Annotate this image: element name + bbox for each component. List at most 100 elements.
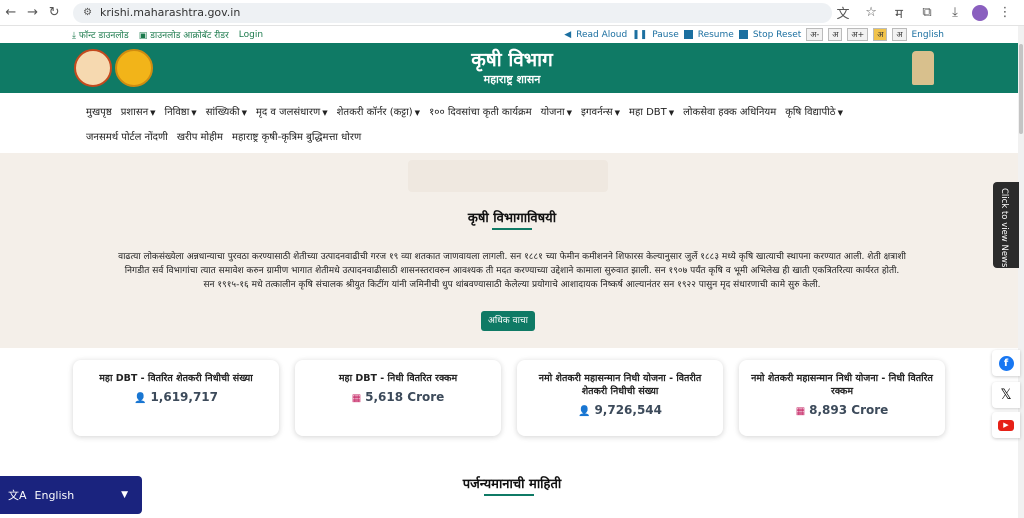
font-normal-button[interactable]: अ (828, 28, 843, 41)
rain-section-title: पर्जन्यमानाची माहिती (462, 477, 562, 492)
downloads-icon[interactable]: ⤓ (944, 2, 966, 24)
site-info-icon[interactable]: ⚙ (83, 7, 92, 18)
nav-item-label: १०० दिवसांचा कृती कार्यक्रम (429, 107, 532, 118)
news-tab-label: Click to view News (999, 188, 1009, 268)
back-icon[interactable]: ← (0, 2, 22, 24)
nav-item-label: निविष्ठा (164, 107, 190, 118)
youtube-button[interactable]: ▶ (992, 412, 1020, 438)
url-text: krishi.maharashtra.gov.in (100, 6, 241, 19)
menu-icon[interactable]: ⋮ (994, 2, 1016, 24)
about-text: वाढत्या लोकसंख्येला अन्नधान्याचा पुरवठा … (118, 252, 906, 290)
nav-item-label: योजना (540, 107, 565, 118)
pause-button[interactable]: Pause (652, 30, 678, 40)
nav-row-2: जनसमर्थ पोर्टल नोंदणी खरीप मोहीम महाराष्ट्… (86, 129, 361, 143)
pause-icon: ❚❚ (632, 29, 648, 40)
stat-value: 8,893 Crore (809, 403, 889, 417)
nav-item[interactable]: मुखपृष्ठ (86, 104, 112, 118)
stat-card: नमो शेतकरी महासन्मान निधी योजना - निधी व… (739, 360, 945, 436)
read-aloud-button[interactable]: Read Aloud (576, 30, 627, 40)
stop-reset-button[interactable]: Stop Reset (753, 30, 801, 40)
stat-card: महा DBT - वितरित शेतकरी निधीची संख्या 👤 1… (73, 360, 279, 436)
stat-value: 5,618 Crore (365, 390, 445, 404)
avatar[interactable] (972, 4, 989, 21)
nav-item[interactable]: शेतकरी कॉर्नर (कट्टा) ▼ (337, 104, 420, 118)
about-title: कृषी विभागाविषयी (467, 211, 557, 226)
stat-value: 1,619,717 (150, 390, 219, 404)
scrollbar-thumb[interactable] (1019, 44, 1023, 134)
nav-item[interactable]: मृद व जलसंधारण ▼ (256, 104, 328, 118)
profile-initial[interactable]: म (888, 2, 910, 24)
english-link[interactable]: English (912, 30, 945, 40)
login-link[interactable]: Login (239, 30, 263, 40)
nav-item[interactable]: इगवर्नन्स ▼ (581, 104, 620, 118)
address-bar[interactable]: ⚙ krishi.maharashtra.gov.in (73, 2, 833, 23)
chevron-down-icon: ▼ (322, 109, 328, 117)
font-decrease-button[interactable]: अ- (806, 28, 824, 41)
forward-icon[interactable]: → (22, 2, 44, 24)
language-selector[interactable]: 文A English ▼ (0, 476, 142, 514)
font-increase-button[interactable]: अ+ (847, 28, 869, 41)
resume-button[interactable]: Resume (698, 30, 734, 40)
site-header: कृषी विभाग महाराष्ट्र शासन (0, 43, 1024, 93)
nav-item-label: लोकसेवा हक्क अधिनियम (683, 107, 777, 118)
chevron-down-icon: ▼ (121, 490, 128, 500)
download-icon: ⤓ (72, 31, 76, 41)
chevron-down-icon: ▼ (241, 109, 247, 117)
contrast-default-button[interactable]: अ (892, 28, 907, 41)
nav-item[interactable]: सांख्यिकी ▼ (206, 104, 247, 118)
youtube-icon: ▶ (998, 419, 1014, 431)
chevron-down-icon: ▼ (414, 109, 421, 117)
stat-card: महा DBT - निधी वितरित रक्कम ▦ 5,618 Crore (295, 360, 501, 436)
nav-item-label: शेतकरी कॉर्नर (कट्टा) (336, 107, 413, 118)
browser-bar: ← → ↻ ⚙ krishi.maharashtra.gov.in 文 ☆ म … (0, 0, 1024, 26)
chevron-down-icon: ▼ (837, 109, 843, 117)
nav-item-label: महा DBT (629, 107, 667, 118)
grid-icon: ▦ (795, 406, 806, 417)
title-underline (492, 228, 532, 230)
stop-icon (738, 30, 748, 39)
faded-banner (408, 160, 608, 192)
nav-item[interactable]: जनसमर्थ पोर्टल नोंदणी (86, 129, 168, 143)
nav-item[interactable]: महाराष्ट्र कृषी-कृत्रिम बुद्धिमत्ता धोरण (232, 129, 361, 143)
extensions-icon[interactable]: ⧉ (916, 2, 938, 24)
contrast-yellow-button[interactable]: अ (873, 28, 888, 41)
chevron-down-icon: ▼ (566, 109, 572, 117)
facebook-button[interactable]: f (992, 350, 1020, 376)
font-download-link[interactable]: ⤓ फॉन्ट डाउनलोड (72, 28, 129, 41)
stat-title: नमो शेतकरी महासन्मान निधी योजना - निधी व… (751, 373, 933, 397)
pdf-icon: ▣ (138, 31, 148, 41)
acrobat-download-link[interactable]: ▣ डाउनलोड आक्रोबॅट रीडर (139, 28, 229, 41)
x-icon: 𝕏 (1000, 387, 1012, 403)
nav-item[interactable]: योजना ▼ (541, 104, 572, 118)
translate-icon[interactable]: 文 (832, 2, 854, 24)
nav-item-label: सांख्यिकी (205, 107, 240, 118)
chevron-down-icon: ▼ (614, 109, 621, 117)
stat-title: महा DBT - निधी वितरित रक्कम (338, 373, 458, 384)
stat-value: 9,726,544 (594, 403, 663, 417)
bookmark-star-icon[interactable]: ☆ (860, 2, 882, 24)
nav-item[interactable]: प्रशासन ▼ (121, 104, 156, 118)
nav-row-1: मुखपृष्ठ प्रशासन ▼ निविष्ठा ▼ सांख्यिकी ▼ मृद व… (86, 104, 843, 118)
speaker-icon: ◀ (564, 29, 572, 40)
nav-item[interactable]: कृषि विद्यापीठे ▼ (785, 104, 843, 118)
read-more-button[interactable]: अधिक वाचा (481, 311, 535, 331)
reload-icon[interactable]: ↻ (43, 2, 65, 24)
x-twitter-button[interactable]: 𝕏 (992, 382, 1020, 408)
chevron-down-icon: ▼ (191, 109, 197, 117)
nav-item[interactable]: निविष्ठा ▼ (165, 104, 197, 118)
nav-item-label: मृद व जलसंधारण (255, 107, 321, 118)
nav-item[interactable]: खरीप मोहीम (177, 129, 223, 143)
chevron-down-icon: ▼ (668, 109, 675, 117)
news-tab[interactable]: Click to view News (993, 182, 1019, 268)
nav-item[interactable]: लोकसेवा हक्क अधिनियम (683, 104, 776, 118)
nav-item-label: इगवर्नन्स (581, 107, 613, 118)
stats-section: महा DBT - वितरित शेतकरी निधीची संख्या 👤 1… (0, 348, 1024, 518)
grid-icon: ▦ (351, 393, 362, 404)
main-nav: मुखपृष्ठ प्रशासन ▼ निविष्ठा ▼ सांख्यिकी ▼ मृद व… (0, 93, 1024, 153)
nav-item-label: मुखपृष्ठ (86, 107, 112, 118)
nav-item[interactable]: महा DBT ▼ (629, 104, 674, 118)
nav-item[interactable]: १०० दिवसांचा कृती कार्यक्रम (429, 104, 532, 118)
user-plus-icon: 👤 (577, 406, 591, 417)
play-icon (683, 30, 693, 39)
national-emblem-logo (912, 51, 934, 85)
